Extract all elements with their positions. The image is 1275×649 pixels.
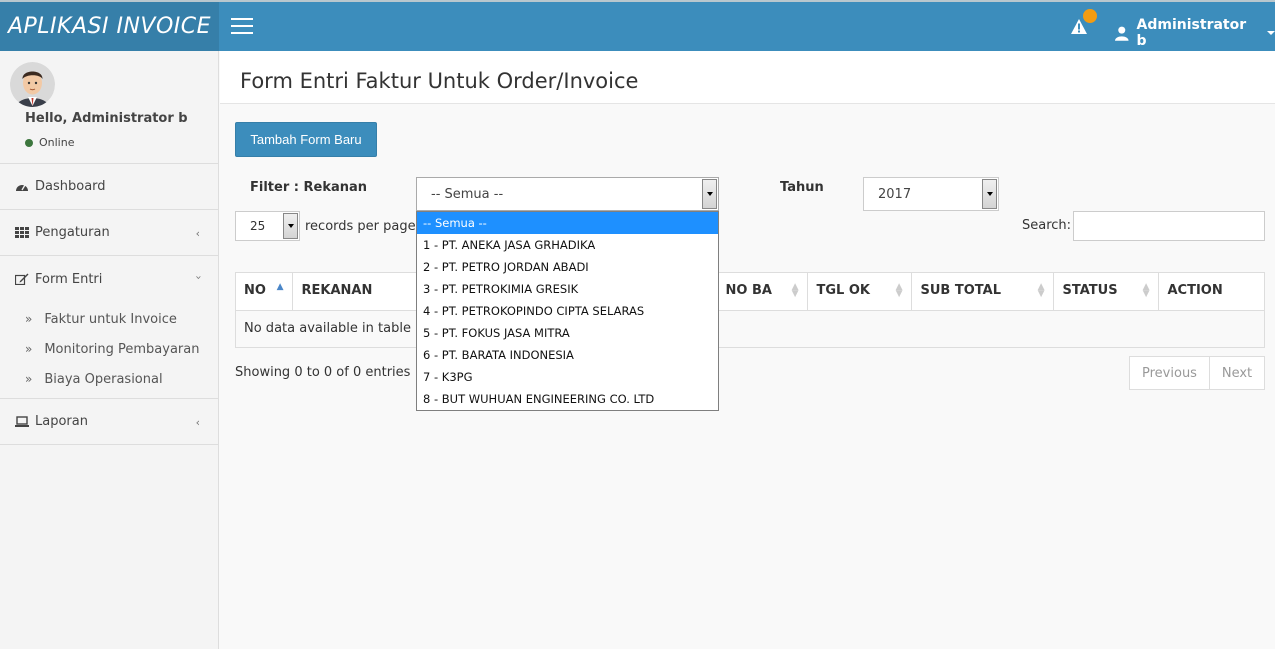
- column-label: NO BA: [725, 283, 772, 299]
- double-chevron-right-icon: »: [25, 372, 33, 386]
- dropdown-option[interactable]: 7 - K3PG: [417, 366, 718, 388]
- notification-badge: [1083, 9, 1097, 23]
- online-status: Online: [25, 136, 74, 149]
- form-entri-submenu: » Faktur untuk Invoice » Monitoring Pemb…: [0, 302, 218, 399]
- column-header-sub-total[interactable]: SUB TOTAL ▲ ▼: [911, 272, 1054, 311]
- records-per-page-label: records per page: [305, 218, 416, 234]
- sidebar-item-laporan[interactable]: Laporan ‹: [0, 399, 218, 445]
- next-page-button[interactable]: Next: [1209, 356, 1265, 390]
- user-icon: [1115, 26, 1129, 41]
- sort-icon: ▲▼: [1142, 282, 1150, 299]
- column-header-no-ba[interactable]: NO BA ▲ ▼: [716, 272, 808, 311]
- user-greeting: Hello, Administrator b: [25, 111, 188, 126]
- chevron-down-icon: ‹: [191, 275, 205, 280]
- sort-icon: ▲▼: [895, 282, 903, 299]
- status-dot-icon: [25, 138, 33, 147]
- sort-asc-icon: ▲: [276, 282, 284, 292]
- dropdown-option[interactable]: -- Semua --: [417, 212, 718, 234]
- app-brand[interactable]: APLIKASI INVOICE: [0, 0, 219, 51]
- year-label: Tahun: [780, 180, 824, 195]
- dropdown-arrow-icon: [702, 179, 717, 209]
- search-input[interactable]: [1073, 211, 1265, 241]
- column-label: TGL OK: [816, 283, 870, 299]
- dropdown-option[interactable]: 1 - PT. ANEKA JASA GRHADIKA: [417, 234, 718, 256]
- column-label: SUB TOTAL: [920, 283, 1001, 299]
- invoice-table: NO ▲ REKANAN ▲▼ NO BA ▲▼ TGL OK ▲▼ SUB TOTAL…: [235, 272, 1265, 347]
- filter-label: Filter : Rekanan: [250, 180, 368, 195]
- top-navbar: Administrator b: [219, 0, 1275, 51]
- rekanan-dropdown-list: -- Semua -- 1 - PT. ANEKA JASA GRHADIKA …: [416, 211, 719, 411]
- column-label: REKANAN: [301, 283, 373, 299]
- dropdown-arrow-icon: [982, 179, 997, 209]
- page-length-select[interactable]: 25: [235, 211, 300, 241]
- menu-toggle-icon[interactable]: [231, 18, 253, 34]
- sidebar-item-label: Laporan: [35, 414, 88, 429]
- submenu-item-faktur[interactable]: » Faktur untuk Invoice: [0, 304, 218, 334]
- submenu-item-label: Monitoring Pembayaran: [44, 341, 200, 357]
- user-name: Administrator b: [1136, 17, 1247, 49]
- submenu-item-label: Faktur untuk Invoice: [44, 311, 177, 327]
- previous-page-button[interactable]: Previous: [1129, 356, 1210, 390]
- rekanan-select-value: -- Semua --: [431, 186, 504, 202]
- column-header-status[interactable]: STATUS ▲ ▼: [1053, 272, 1159, 311]
- rekanan-select[interactable]: -- Semua --: [416, 177, 719, 211]
- column-header-tgl-ok[interactable]: TGL OK ▲ ▼: [807, 272, 912, 311]
- user-menu[interactable]: Administrator b: [1115, 17, 1275, 49]
- laptop-icon: [15, 416, 29, 428]
- dropdown-option[interactable]: 8 - BUT WUHUAN ENGINEERING CO. LTD: [417, 388, 718, 410]
- content-header: Form Entri Faktur Untuk Order/Invoice: [220, 51, 1275, 104]
- page-title: Form Entri Faktur Untuk Order/Invoice: [240, 69, 639, 93]
- column-label: NO: [244, 283, 266, 299]
- column-header-no[interactable]: NO ▲: [235, 272, 293, 311]
- grid-icon: [15, 227, 29, 239]
- pagination: Previous Next: [1129, 356, 1265, 390]
- dropdown-option[interactable]: 2 - PT. PETRO JORDAN ABADI: [417, 256, 718, 278]
- dropdown-option[interactable]: 3 - PT. PETROKIMIA GRESIK: [417, 278, 718, 300]
- caret-down-icon: [1267, 31, 1275, 35]
- dashboard-icon: [15, 181, 29, 193]
- year-select[interactable]: 2017: [863, 177, 999, 211]
- column-label: ACTION: [1167, 283, 1223, 299]
- sidebar-item-label: Form Entri: [35, 271, 103, 287]
- dropdown-option[interactable]: 4 - PT. PETROKOPINDO CIPTA SELARAS: [417, 300, 718, 322]
- sort-icon: ▲▼: [791, 282, 799, 299]
- sidebar-item-pengaturan[interactable]: Pengaturan ‹: [0, 210, 218, 256]
- submenu-item-monitoring[interactable]: » Monitoring Pembayaran: [0, 334, 218, 364]
- chevron-left-icon: ‹: [195, 227, 200, 240]
- dropdown-option[interactable]: 5 - PT. FOKUS JASA MITRA: [417, 322, 718, 344]
- double-chevron-right-icon: »: [25, 312, 33, 326]
- user-panel: Hello, Administrator b Online: [0, 51, 218, 164]
- page-length-control: 25 records per page: [235, 211, 416, 241]
- column-label: STATUS: [1062, 283, 1118, 299]
- edit-icon: [15, 273, 29, 285]
- dropdown-arrow-icon: [283, 213, 298, 239]
- sidebar-item-form-entri[interactable]: Form Entri ‹: [0, 256, 218, 302]
- sidebar-item-label: Pengaturan: [35, 225, 110, 240]
- submenu-item-label: Biaya Operasional: [44, 371, 163, 387]
- table-row: No data available in table: [235, 310, 1265, 347]
- dropdown-option[interactable]: 6 - PT. BARATA INDONESIA: [417, 344, 718, 366]
- column-header-action: ACTION: [1158, 272, 1265, 311]
- add-form-button[interactable]: Tambah Form Baru: [235, 122, 377, 157]
- sidebar-item-dashboard[interactable]: Dashboard: [0, 164, 218, 210]
- double-chevron-right-icon: »: [25, 342, 33, 356]
- sidebar-item-label: Dashboard: [35, 179, 106, 194]
- table-info: Showing 0 to 0 of 0 entries: [235, 365, 411, 380]
- page-length-value: 25: [250, 219, 266, 233]
- chevron-left-icon: ‹: [195, 416, 200, 429]
- sort-icon: ▲▼: [1037, 282, 1045, 299]
- year-select-value: 2017: [878, 186, 912, 202]
- sidebar: Hello, Administrator b Online Dashboard …: [0, 51, 219, 649]
- empty-table-message: No data available in table: [235, 310, 1265, 347]
- submenu-item-biaya[interactable]: » Biaya Operasional: [0, 364, 218, 394]
- online-label: Online: [39, 136, 75, 149]
- search-label: Search:: [1022, 218, 1072, 233]
- avatar: [10, 62, 55, 107]
